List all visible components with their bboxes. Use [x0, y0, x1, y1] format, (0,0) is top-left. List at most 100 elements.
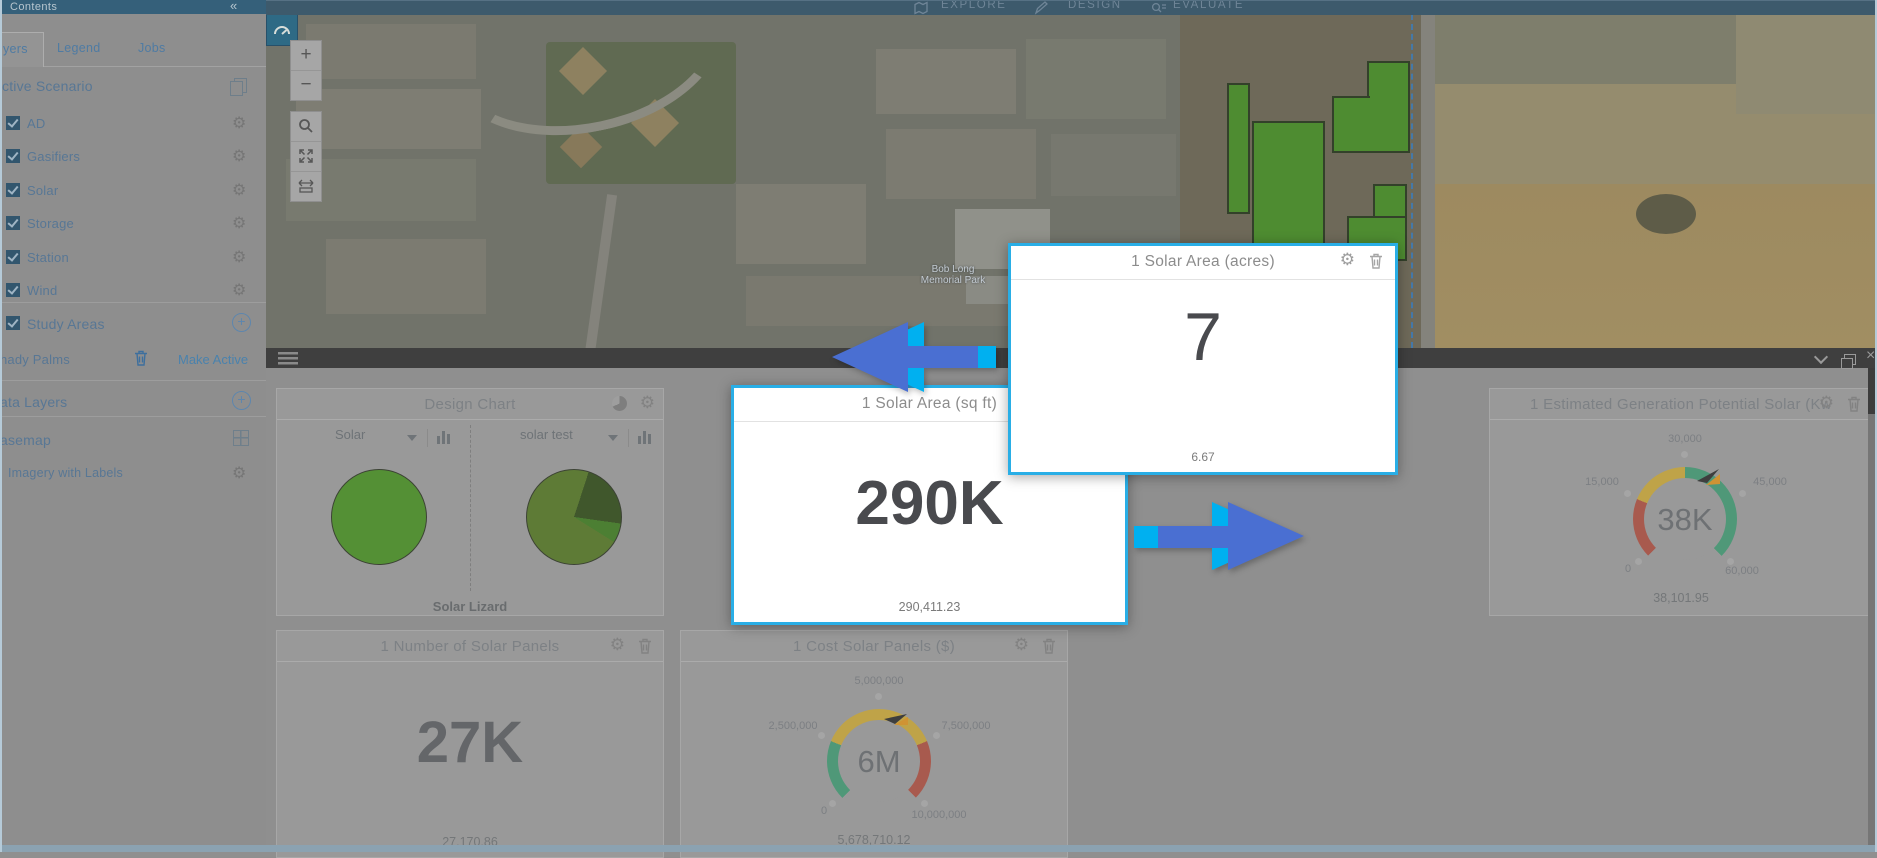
nav-explore[interactable]: EXPLORE: [941, 0, 1007, 11]
measure-button[interactable]: [291, 172, 321, 201]
card-header: Design Chart ⚙: [277, 389, 663, 420]
gear-icon[interactable]: ⚙: [1014, 637, 1029, 654]
layer-checkbox[interactable]: [6, 283, 20, 297]
gauge-exact-value: 38,101.95: [1490, 591, 1872, 605]
trash-icon[interactable]: [1847, 396, 1861, 417]
gauge-tick-label: 0: [1625, 563, 1631, 575]
map-place-label: Bob Long Memorial Park: [914, 264, 992, 286]
right-series-dropdown[interactable]: solar test: [520, 427, 573, 449]
layer-checkbox[interactable]: [6, 149, 20, 163]
basemap-row[interactable]: asemap: [0, 424, 266, 457]
gauge-tick-label: 15,000: [1585, 476, 1619, 488]
solar-polygon[interactable]: [1252, 121, 1325, 246]
window-edge: [0, 0, 2, 852]
collapse-panel-icon[interactable]: «: [230, 0, 237, 13]
gear-icon[interactable]: ⚙: [232, 282, 246, 298]
card-value: 290K: [734, 468, 1125, 539]
layer-row-solar[interactable]: Solar ⚙: [0, 175, 266, 208]
tick-dot: [1727, 558, 1734, 565]
gauge-value: 6M: [827, 744, 931, 780]
active-scenario-row: ctive Scenario: [0, 72, 266, 105]
basemap-grid-icon[interactable]: [233, 430, 249, 446]
study-area-item-row[interactable]: hady Palms Make Active: [0, 344, 266, 377]
add-study-area-icon[interactable]: +: [232, 313, 251, 332]
tick-dot: [921, 800, 928, 807]
solar-polygon[interactable]: [1227, 83, 1250, 214]
gear-icon[interactable]: ⚙: [1819, 395, 1834, 412]
pie-chart-solar-test: [526, 469, 622, 565]
layer-row-storage[interactable]: Storage ⚙: [0, 208, 266, 241]
solar-polygon[interactable]: [1332, 96, 1370, 153]
card-header: 1 Cost Solar Panels ($) ⚙: [681, 631, 1067, 662]
gear-icon[interactable]: ⚙: [232, 182, 246, 198]
layer-checkbox[interactable]: [6, 316, 20, 330]
gear-icon[interactable]: ⚙: [232, 465, 246, 481]
gauge-tick-label: 5,000,000: [855, 675, 904, 687]
layer-checkbox[interactable]: [6, 183, 20, 197]
layer-row-ad[interactable]: AD ⚙: [0, 108, 266, 141]
gear-icon[interactable]: ⚙: [232, 249, 246, 265]
basemap-item-row[interactable]: Imagery with Labels ⚙: [0, 458, 266, 491]
restore-window-icon[interactable]: [1844, 354, 1856, 365]
layer-checkbox[interactable]: [6, 216, 20, 230]
dropdown-value: Solar: [335, 427, 365, 442]
trash-icon[interactable]: [638, 638, 652, 659]
study-area-name: hady Palms: [0, 352, 70, 367]
duplicate-scenario-icon[interactable]: [234, 78, 247, 93]
gear-icon[interactable]: ⚙: [640, 395, 655, 412]
minus-icon: −: [300, 74, 311, 95]
card-title: 1 Estimated Generation Potential Solar (…: [1490, 396, 1872, 413]
tick-dot: [1739, 490, 1746, 497]
map-block: [736, 184, 866, 264]
study-areas-row[interactable]: Study Areas +: [0, 308, 266, 341]
tick-dot: [829, 800, 836, 807]
layer-checkbox[interactable]: [6, 116, 20, 130]
gear-icon[interactable]: ⚙: [1340, 252, 1355, 269]
gear-icon[interactable]: ⚙: [610, 637, 625, 654]
pie-chart-icon[interactable]: [612, 396, 627, 411]
search-button[interactable]: [291, 112, 321, 142]
measure-icon: [298, 178, 314, 194]
plus-icon: +: [300, 44, 311, 65]
zoom-out-button[interactable]: −: [291, 71, 321, 100]
data-layers-row[interactable]: ata Layers +: [0, 386, 266, 419]
card-header: 1 Number of Solar Panels ⚙: [277, 631, 663, 662]
solar-polygon[interactable]: [1367, 61, 1410, 153]
layer-row-gasifiers[interactable]: Gasifiers ⚙: [0, 141, 266, 174]
layer-label: Station: [27, 250, 69, 265]
left-series-dropdown[interactable]: Solar: [335, 427, 365, 449]
gear-icon[interactable]: ⚙: [232, 148, 246, 164]
zoom-in-button[interactable]: +: [291, 41, 321, 71]
solar-polygon[interactable]: [1373, 184, 1407, 218]
trash-icon[interactable]: [1369, 253, 1383, 274]
tab-jobs[interactable]: Jobs: [138, 41, 166, 55]
nav-design[interactable]: DESIGN: [1068, 0, 1122, 11]
nav-evaluate[interactable]: EVALUATE: [1173, 0, 1244, 11]
menu-icon[interactable]: [278, 352, 298, 365]
sidebar-tabs: yers Legend Jobs: [0, 32, 266, 67]
gear-icon[interactable]: ⚙: [232, 115, 246, 131]
close-icon[interactable]: ×: [1866, 347, 1875, 365]
extent-button[interactable]: [291, 142, 321, 172]
map-block: [1051, 134, 1176, 196]
search-icon: [298, 118, 314, 134]
gauge-tick-label: 2,500,000: [769, 720, 818, 732]
tab-layers[interactable]: yers: [0, 32, 44, 67]
map-tool-group: [290, 111, 322, 202]
make-active-link[interactable]: Make Active: [178, 352, 248, 367]
layer-checkbox[interactable]: [6, 250, 20, 264]
trash-icon[interactable]: [134, 350, 148, 371]
add-data-layer-icon[interactable]: +: [232, 391, 251, 410]
expand-icon: [298, 148, 314, 164]
layer-row-wind[interactable]: Wind ⚙: [0, 275, 266, 308]
bar-chart-icon[interactable]: [643, 431, 646, 444]
layer-row-station[interactable]: Station ⚙: [0, 242, 266, 275]
trash-icon[interactable]: [1042, 638, 1056, 659]
bar-chart-icon[interactable]: [442, 431, 445, 444]
gauge-tick-label: 7,500,000: [942, 720, 991, 732]
divider: [470, 425, 471, 591]
zoom-control-group: + −: [290, 40, 322, 101]
tab-legend[interactable]: Legend: [57, 41, 101, 55]
gear-icon[interactable]: ⚙: [232, 215, 246, 231]
chevron-down-icon[interactable]: [1814, 350, 1828, 364]
